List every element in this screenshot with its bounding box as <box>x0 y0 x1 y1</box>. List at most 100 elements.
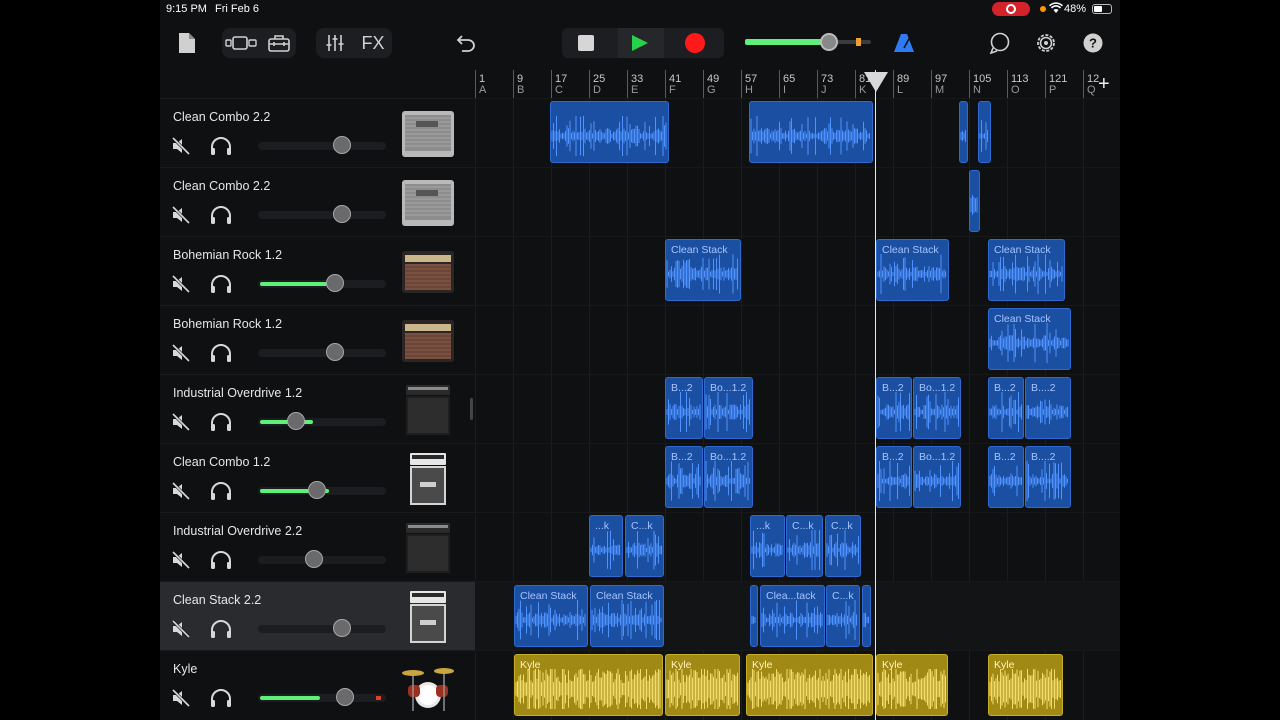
drummer-region[interactable]: Kyle <box>988 654 1063 716</box>
mute-icon[interactable] <box>171 550 191 570</box>
audio-region[interactable] <box>749 101 873 163</box>
track-header[interactable]: Clean Combo 2.2 <box>160 167 475 236</box>
drummer-region[interactable]: Kyle <box>876 654 948 716</box>
loop-browser-button[interactable] <box>986 28 1014 58</box>
vintage-amp-icon[interactable] <box>400 245 456 299</box>
audio-region[interactable]: Bo...1.2 <box>704 446 753 508</box>
audio-region[interactable] <box>862 585 871 647</box>
track-volume-slider[interactable] <box>258 205 386 223</box>
mute-icon[interactable] <box>171 205 191 225</box>
headphones-icon[interactable] <box>209 205 233 225</box>
headphones-icon[interactable] <box>209 343 233 363</box>
track-header[interactable]: Industrial Overdrive 2.2 <box>160 512 475 581</box>
track-volume-knob[interactable] <box>333 619 351 637</box>
track-header[interactable]: Kyle <box>160 650 475 719</box>
vintage-amp-icon[interactable] <box>400 314 456 368</box>
track-volume-slider[interactable] <box>258 550 386 568</box>
audio-region[interactable] <box>969 170 980 232</box>
mixer-button[interactable] <box>320 28 350 58</box>
metronome-button[interactable] <box>890 28 918 58</box>
mute-icon[interactable] <box>171 136 191 156</box>
audio-region[interactable]: ...k <box>589 515 623 577</box>
audio-region[interactable]: Clean Stack <box>590 585 664 647</box>
audio-region[interactable] <box>750 585 758 647</box>
audio-region[interactable] <box>550 101 669 163</box>
mute-icon[interactable] <box>171 274 191 294</box>
audio-region[interactable]: Clea...tack <box>760 585 825 647</box>
playhead-handle[interactable] <box>864 72 888 92</box>
headphones-icon[interactable] <box>209 619 233 639</box>
mute-icon[interactable] <box>171 343 191 363</box>
track-view-button[interactable] <box>224 28 258 58</box>
undo-button[interactable] <box>452 28 480 58</box>
half-stack-amp-icon[interactable] <box>400 452 456 506</box>
audio-region[interactable]: Clean Stack <box>876 239 949 301</box>
mute-icon[interactable] <box>171 688 191 708</box>
track-volume-slider[interactable] <box>258 274 386 292</box>
stack-amp-icon[interactable] <box>400 521 456 575</box>
drum-kit-icon[interactable] <box>400 659 456 713</box>
settings-button[interactable] <box>1032 28 1060 58</box>
audio-region[interactable]: B...2 <box>665 377 703 439</box>
screen-recording-icon[interactable] <box>992 2 1030 16</box>
track-volume-knob[interactable] <box>287 412 305 430</box>
record-button[interactable] <box>685 33 705 53</box>
track-volume-slider[interactable] <box>258 343 386 361</box>
headphones-icon[interactable] <box>209 688 233 708</box>
audio-region[interactable]: B....2 <box>1025 377 1071 439</box>
audio-region[interactable]: B...2 <box>665 446 703 508</box>
stop-button[interactable] <box>578 35 594 51</box>
audio-region[interactable] <box>959 101 968 163</box>
track-volume-knob[interactable] <box>336 688 354 706</box>
my-songs-button[interactable] <box>174 28 200 58</box>
drummer-region[interactable]: Kyle <box>665 654 740 716</box>
audio-region[interactable]: C...k <box>786 515 823 577</box>
audio-region[interactable]: ...k <box>750 515 785 577</box>
headphones-icon[interactable] <box>209 481 233 501</box>
audio-region[interactable]: Bo...1.2 <box>704 377 753 439</box>
track-volume-knob[interactable] <box>305 550 323 568</box>
track-header[interactable]: Clean Combo 1.2 <box>160 443 475 512</box>
track-volume-slider[interactable] <box>258 136 386 154</box>
audio-region[interactable]: B...2 <box>988 377 1024 439</box>
stack-amp-icon[interactable] <box>400 383 456 437</box>
track-volume-slider[interactable] <box>258 688 386 706</box>
mute-icon[interactable] <box>171 481 191 501</box>
playhead[interactable] <box>875 70 876 720</box>
help-button[interactable]: ? <box>1080 28 1106 58</box>
master-volume-knob[interactable] <box>820 33 838 51</box>
audio-region[interactable]: Clean Stack <box>988 239 1065 301</box>
track-header[interactable]: Bohemian Rock 1.2 <box>160 236 475 305</box>
timeline-ruler[interactable]: 1 A 9 B 17 C 25 D 33 E 41 F 49 G 57 H 65 I 73 J 81 K 89 L 97 M 105… <box>475 70 1120 98</box>
audio-region[interactable]: B....2 <box>1025 446 1071 508</box>
add-section-button[interactable]: + <box>1098 74 1110 94</box>
track-volume-knob[interactable] <box>326 274 344 292</box>
header-resize-handle[interactable] <box>470 398 473 420</box>
audio-region[interactable]: Clean Stack <box>988 308 1071 370</box>
track-lane[interactable] <box>475 167 1120 236</box>
master-volume-slider[interactable] <box>745 33 871 51</box>
track-volume-slider[interactable] <box>258 619 386 637</box>
audio-region[interactable]: Clean Stack <box>514 585 588 647</box>
audio-region[interactable]: Clean Stack <box>665 239 741 301</box>
audio-region[interactable]: C...k <box>826 585 860 647</box>
track-volume-knob[interactable] <box>333 205 351 223</box>
drummer-region[interactable]: Kyle <box>514 654 663 716</box>
track-header[interactable]: Bohemian Rock 1.2 <box>160 305 475 374</box>
track-header[interactable]: Clean Stack 2.2 <box>160 581 475 650</box>
headphones-icon[interactable] <box>209 136 233 156</box>
audio-region[interactable] <box>978 101 991 163</box>
track-volume-slider[interactable] <box>258 412 386 430</box>
audio-region[interactable]: Bo...1.2 <box>913 377 961 439</box>
audio-region[interactable]: C...k <box>625 515 664 577</box>
track-volume-slider[interactable] <box>258 481 386 499</box>
headphones-icon[interactable] <box>209 274 233 294</box>
half-stack-amp-icon[interactable] <box>400 590 456 644</box>
fx-button[interactable]: FX <box>356 28 390 58</box>
combo-amp-icon[interactable] <box>400 176 456 230</box>
mute-icon[interactable] <box>171 619 191 639</box>
audio-region[interactable]: C...k <box>825 515 861 577</box>
drummer-region[interactable]: Kyle <box>746 654 873 716</box>
audio-region[interactable]: B...2 <box>876 377 912 439</box>
track-volume-knob[interactable] <box>308 481 326 499</box>
